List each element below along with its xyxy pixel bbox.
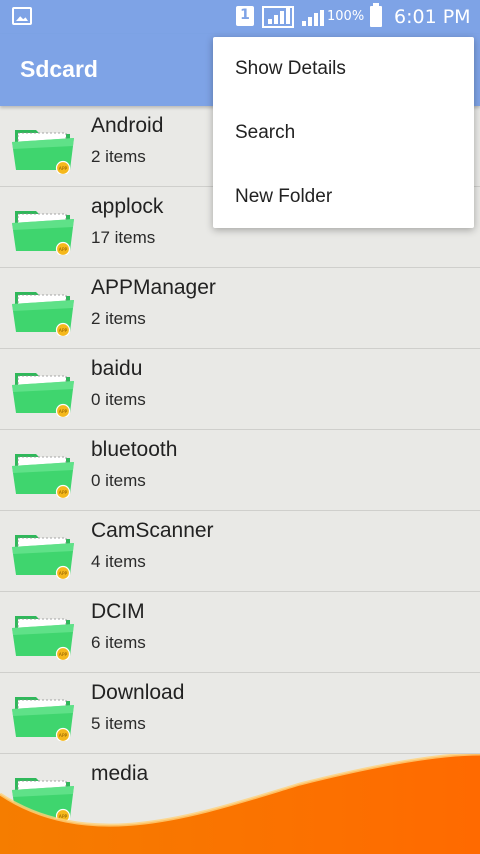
folder-icon-wrap: APP bbox=[12, 286, 78, 336]
folder-icon-wrap: APP bbox=[12, 529, 78, 579]
folder-icon-wrap: APP bbox=[12, 205, 78, 255]
decorative-wave bbox=[0, 754, 480, 854]
folder-name: Download bbox=[91, 681, 185, 704]
svg-text:APP: APP bbox=[59, 490, 68, 496]
sim-icon: 1 bbox=[236, 6, 254, 26]
folder-name: APPManager bbox=[91, 276, 216, 299]
folder-name: Android bbox=[91, 114, 164, 137]
battery-percent: 100% bbox=[327, 9, 365, 24]
folder-item-count: 5 items bbox=[91, 714, 146, 733]
folder-icon-wrap: APP bbox=[12, 610, 78, 660]
menu-item-show-details[interactable]: Show Details bbox=[213, 37, 474, 101]
page-title: Sdcard bbox=[20, 56, 98, 82]
folder-icon-wrap: APP bbox=[12, 124, 78, 174]
status-bar: 1 100% 6:01 PM bbox=[0, 0, 480, 34]
svg-text:APP: APP bbox=[59, 409, 68, 415]
folder-icon-wrap: APP bbox=[12, 448, 78, 498]
folder-item-count: 2 items bbox=[91, 147, 146, 166]
folder-icon-wrap: APP bbox=[12, 691, 78, 741]
svg-text:APP: APP bbox=[59, 652, 68, 658]
folder-row[interactable]: APP bluetooth 0 items bbox=[0, 430, 480, 511]
folder-name: applock bbox=[91, 195, 164, 218]
svg-text:APP: APP bbox=[59, 328, 68, 334]
overflow-menu: Show Details Search New Folder bbox=[213, 37, 474, 228]
folder-icon: APP bbox=[12, 292, 74, 336]
gallery-icon bbox=[12, 7, 32, 25]
folder-icon: APP bbox=[12, 454, 74, 498]
folder-item-count: 4 items bbox=[91, 552, 146, 571]
sim-number: 1 bbox=[240, 7, 250, 23]
folder-row[interactable]: APP APPManager 2 items bbox=[0, 268, 480, 349]
signal-icon bbox=[262, 6, 294, 28]
folder-icon: APP bbox=[12, 616, 74, 660]
folder-icon: APP bbox=[12, 697, 74, 741]
folder-row[interactable]: APP Download 5 items bbox=[0, 673, 480, 754]
folder-icon: APP bbox=[12, 211, 74, 255]
menu-item-new-folder[interactable]: New Folder bbox=[213, 165, 474, 229]
folder-icon: APP bbox=[12, 535, 74, 579]
clock: 6:01 PM bbox=[394, 6, 471, 28]
folder-icon: APP bbox=[12, 373, 74, 417]
folder-item-count: 0 items bbox=[91, 471, 146, 490]
folder-item-count: 17 items bbox=[91, 228, 156, 247]
folder-name: CamScanner bbox=[91, 519, 214, 542]
svg-text:APP: APP bbox=[59, 571, 68, 577]
battery-icon bbox=[370, 3, 382, 27]
svg-text:APP: APP bbox=[59, 247, 68, 253]
menu-item-search[interactable]: Search bbox=[213, 101, 474, 165]
folder-item-count: 6 items bbox=[91, 633, 146, 652]
signal-icon bbox=[298, 6, 324, 28]
folder-item-count: 0 items bbox=[91, 390, 146, 409]
folder-name: bluetooth bbox=[91, 438, 178, 461]
folder-item-count: 2 items bbox=[91, 309, 146, 328]
folder-icon: APP bbox=[12, 130, 74, 174]
folder-name: baidu bbox=[91, 357, 143, 380]
folder-row[interactable]: APP CamScanner 4 items bbox=[0, 511, 480, 592]
folder-name: DCIM bbox=[91, 600, 145, 623]
folder-row[interactable]: APP DCIM 6 items bbox=[0, 592, 480, 673]
svg-text:APP: APP bbox=[59, 733, 68, 739]
folder-icon-wrap: APP bbox=[12, 367, 78, 417]
folder-row[interactable]: APP baidu 0 items bbox=[0, 349, 480, 430]
svg-text:APP: APP bbox=[59, 166, 68, 172]
